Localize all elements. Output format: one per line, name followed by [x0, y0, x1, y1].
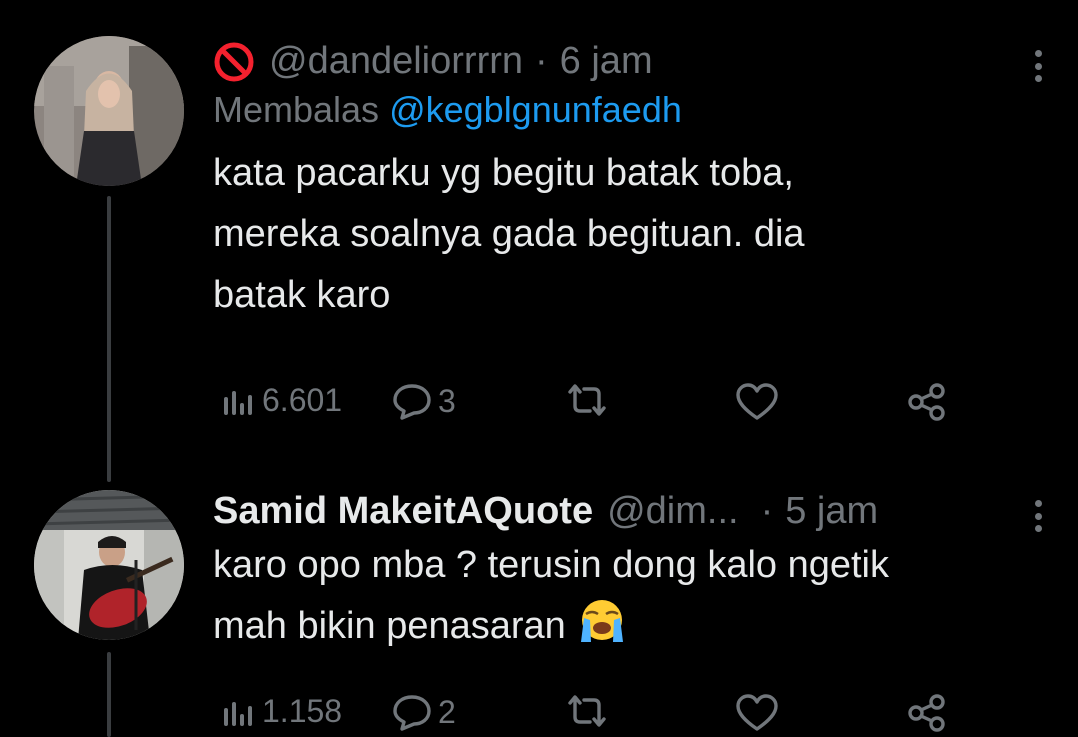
tweet-text-line: mah bikin penasaran [213, 605, 566, 647]
avatar[interactable] [34, 490, 184, 640]
tweet-actions: 6.601 3 [220, 382, 980, 422]
reply-action[interactable]: 3 [392, 382, 456, 420]
like-action[interactable] [734, 693, 780, 733]
retweet-icon [568, 384, 606, 416]
share-icon [908, 694, 945, 732]
retweet-icon [568, 695, 606, 727]
reply-count: 2 [438, 693, 456, 730]
views-icon [224, 701, 252, 726]
reply-count: 3 [438, 382, 456, 419]
avatar[interactable] [34, 36, 184, 186]
author-handle[interactable]: @dim... [607, 490, 738, 533]
share-icon [908, 383, 945, 421]
more-options-icon[interactable] [1028, 496, 1048, 536]
tweet-header: @dandeliorrrrn · 6 jam [213, 40, 1048, 83]
views-icon [224, 390, 252, 415]
timestamp[interactable]: 6 jam [560, 40, 653, 83]
tweet[interactable]: Samid MakeitAQuote @dim... · 5 jam karo … [213, 490, 1048, 657]
views-count: 6.601 [262, 382, 343, 418]
reply-mention[interactable]: @kegblgnunfaedh [389, 89, 682, 130]
tweet-text-line-2: mah bikin penasaran [213, 596, 1048, 657]
tweet[interactable]: @dandeliorrrrn · 6 jam Membalas @kegblgn… [213, 40, 1048, 326]
views-action[interactable]: 1.158 [220, 693, 342, 730]
tweet-text-line: batak karo [213, 274, 391, 316]
more-options-icon[interactable] [1028, 46, 1048, 86]
replying-to: Membalas @kegblgnunfaedh [213, 89, 1048, 131]
heart-icon [736, 383, 778, 420]
author-name[interactable]: Samid MakeitAQuote [213, 490, 593, 533]
views-count: 1.158 [262, 693, 343, 729]
reply-action[interactable]: 2 [392, 693, 456, 731]
separator: · [760, 490, 774, 532]
tweet-text: kata pacarku yg begitu batak toba, merek… [213, 143, 1048, 326]
thread-line [107, 652, 111, 737]
tweet-text-line: kata pacarku yg begitu batak toba, [213, 152, 794, 194]
share-action[interactable] [906, 693, 948, 733]
retweet-action[interactable] [564, 382, 610, 418]
reply-prefix: Membalas [213, 89, 380, 130]
tweet-text-line: karo opo mba ? terusin dong kalo ngetik [213, 544, 889, 586]
reply-icon [393, 695, 431, 731]
share-action[interactable] [906, 382, 948, 422]
retweet-action[interactable] [564, 693, 610, 729]
views-action[interactable]: 6.601 [220, 382, 342, 419]
reply-icon [393, 384, 431, 420]
tweet-text-line: mereka soalnya gada begituan. dia [213, 213, 805, 255]
separator: · [535, 40, 548, 82]
timestamp[interactable]: 5 jam [785, 490, 878, 533]
author-handle[interactable]: @dandeliorrrrn [269, 40, 523, 83]
tweet-header: Samid MakeitAQuote @dim... · 5 jam [213, 490, 1048, 533]
like-action[interactable] [734, 382, 780, 422]
blocked-icon [214, 42, 254, 81]
heart-icon [736, 694, 778, 731]
loudly-crying-face-icon [581, 600, 624, 642]
tweet-actions: 1.158 2 [220, 693, 980, 733]
thread-line [107, 196, 111, 482]
tweet-text: karo opo mba ? terusin dong kalo ngetik … [213, 535, 1048, 657]
